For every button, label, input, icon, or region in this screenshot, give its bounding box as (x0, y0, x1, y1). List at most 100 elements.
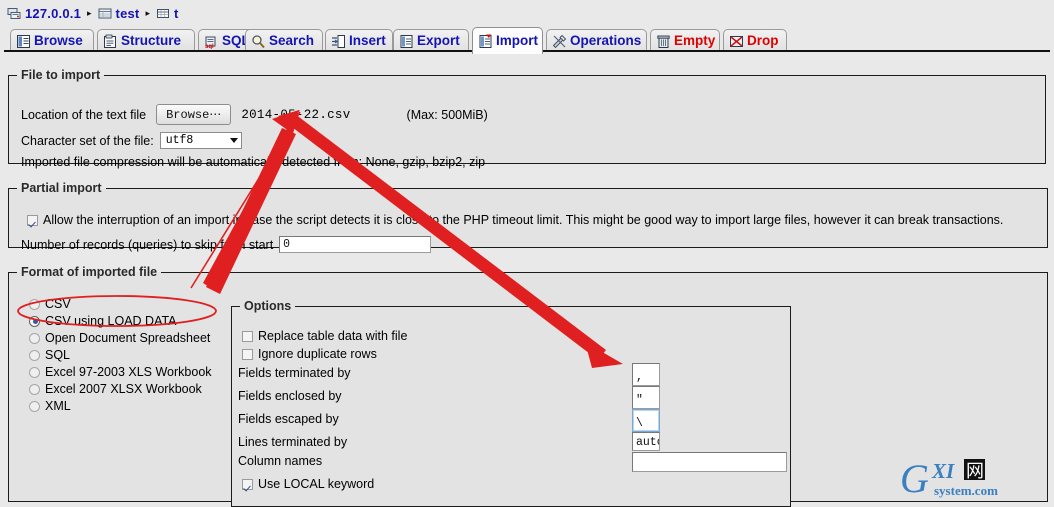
tab-label-structure: Structure (121, 33, 182, 49)
format-radio-xlsx[interactable] (29, 383, 40, 395)
tab-browse[interactable]: Browse (10, 29, 94, 52)
tab-bar: Browse Structure sql SQL Search Insert E… (0, 27, 1054, 54)
options-legend: Options (244, 299, 292, 313)
breadcrumb-item-database[interactable]: test (98, 6, 140, 21)
format-option-xml[interactable]: XML (29, 399, 71, 413)
server-icon (7, 7, 21, 20)
tab-label-insert: Insert (349, 33, 386, 49)
lines-terminated-by-input[interactable]: auto (632, 432, 660, 451)
watermark-g: G (900, 456, 929, 500)
breadcrumb-separator: ▸ (87, 7, 92, 18)
format-label-xlsx: Excel 2007 XLSX Workbook (45, 382, 202, 396)
breadcrumb-item-server[interactable]: 127.0.0.1 (7, 6, 81, 21)
partial-import-legend: Partial import (21, 181, 102, 195)
format-label-sql: SQL (45, 348, 71, 362)
tab-label-drop: Drop (747, 33, 779, 49)
lines-terminated-by-label: Lines terminated by (238, 435, 348, 449)
file-to-import-legend: File to import (21, 68, 101, 82)
breadcrumb-item-table[interactable]: t (156, 6, 179, 21)
browse-icon (16, 34, 31, 49)
tab-operations[interactable]: Operations (546, 29, 647, 52)
format-radio-csv-load-data[interactable] (29, 315, 40, 327)
trash-icon (656, 34, 671, 49)
format-radio-xls[interactable] (29, 366, 40, 378)
chevron-down-icon (229, 138, 238, 143)
insert-icon (331, 34, 346, 49)
format-radio-xml[interactable] (29, 400, 40, 412)
charset-select-value: utf8 (165, 134, 194, 147)
replace-table-data-label: Replace table data with file (258, 329, 408, 343)
format-label-ods: Open Document Spreadsheet (45, 331, 211, 345)
format-label-csv: CSV (45, 297, 71, 311)
charset-label: Character set of the file: (21, 133, 154, 148)
export-icon (399, 34, 414, 49)
format-radio-ods[interactable] (29, 332, 40, 344)
column-names-label: Column names (238, 454, 323, 468)
format-option-sql[interactable]: SQL (29, 348, 70, 362)
tab-label-export: Export (417, 33, 460, 49)
tab-label-empty: Empty (674, 33, 716, 49)
format-option-xlsx[interactable]: Excel 2007 XLSX Workbook (29, 382, 202, 396)
tab-drop[interactable]: Drop (723, 29, 787, 52)
tab-structure[interactable]: Structure (97, 29, 195, 52)
table-icon (156, 7, 170, 20)
fields-enclosed-by-input[interactable]: " (632, 386, 660, 409)
compression-note: Imported file compression will be automa… (21, 155, 486, 169)
lines-terminated-by-value: auto (636, 436, 659, 449)
sql-icon: sql (204, 34, 219, 50)
operations-icon (552, 34, 567, 49)
format-option-ods[interactable]: Open Document Spreadsheet (29, 331, 210, 345)
fields-terminated-by-label: Fields terminated by (238, 366, 351, 380)
file-to-import-section: File to import Location of the text file… (8, 68, 1046, 169)
format-of-imported-file-section: Format of imported file CSV CSV using LO… (8, 265, 1048, 507)
charset-select[interactable]: utf8 (159, 132, 242, 149)
watermark-domain: system.com (934, 483, 998, 498)
tab-export[interactable]: Export (393, 29, 469, 52)
tab-search[interactable]: Search (245, 29, 323, 52)
format-label-csv-load-data: CSV using LOAD DATA (45, 314, 177, 328)
tab-empty[interactable]: Empty (650, 29, 720, 52)
fields-enclosed-by-label: Fields enclosed by (238, 389, 342, 403)
skip-records-value: 0 (283, 238, 291, 251)
replace-table-data-checkbox[interactable] (242, 330, 253, 342)
fields-enclosed-by-value: " (636, 394, 643, 407)
breadcrumb-label-table: t (174, 5, 179, 21)
fields-terminated-by-value: , (636, 371, 643, 384)
column-names-input[interactable] (632, 452, 787, 472)
watermark: G XI 网 system.com (898, 456, 1048, 501)
search-icon (251, 34, 266, 49)
skip-records-label: Number of records (queries) to skip from… (21, 237, 274, 252)
tab-label-operations: Operations (570, 33, 642, 49)
import-icon (478, 34, 493, 49)
format-radio-sql[interactable] (29, 349, 40, 361)
location-of-text-file-label: Location of the text file (21, 107, 147, 122)
fields-escaped-by-value: \ (636, 417, 643, 430)
watermark-box-char: 网 (966, 461, 984, 482)
tab-import[interactable]: Import (472, 27, 543, 54)
use-local-keyword-checkbox[interactable] (242, 478, 253, 490)
skip-records-input[interactable]: 0 (279, 236, 432, 253)
ignore-duplicate-rows-checkbox[interactable] (242, 348, 253, 360)
format-label-xml: XML (45, 399, 71, 413)
ignore-duplicate-rows-label: Ignore duplicate rows (258, 347, 377, 361)
format-option-csv[interactable]: CSV (29, 297, 71, 311)
drop-icon (729, 34, 744, 49)
breadcrumb: 127.0.0.1 ▸ test ▸ t (7, 4, 179, 22)
browse-button[interactable]: Browse⋯ (156, 104, 232, 125)
tab-insert[interactable]: Insert (325, 29, 393, 52)
fields-escaped-by-input[interactable]: \ (632, 409, 660, 432)
tab-label-search: Search (269, 33, 315, 49)
tab-label-import: Import (496, 33, 538, 49)
svg-text:sql: sql (205, 44, 214, 49)
allow-interruption-label: Allow the interruption of an import in c… (43, 213, 1004, 227)
format-option-csv-load-data[interactable]: CSV using LOAD DATA (29, 314, 177, 328)
max-file-size-note: (Max: 500MiB) (406, 107, 488, 122)
breadcrumb-label-database: test (115, 5, 140, 21)
fields-terminated-by-input[interactable]: , (632, 363, 660, 386)
format-option-xls[interactable]: Excel 97-2003 XLS Workbook (29, 365, 212, 379)
allow-interruption-checkbox[interactable] (27, 214, 38, 226)
format-radio-csv[interactable] (29, 298, 40, 310)
selected-file-name: 2014-05-22.csv (241, 107, 351, 122)
fields-escaped-by-label: Fields escaped by (238, 412, 339, 426)
format-of-imported-file-legend: Format of imported file (21, 265, 158, 279)
